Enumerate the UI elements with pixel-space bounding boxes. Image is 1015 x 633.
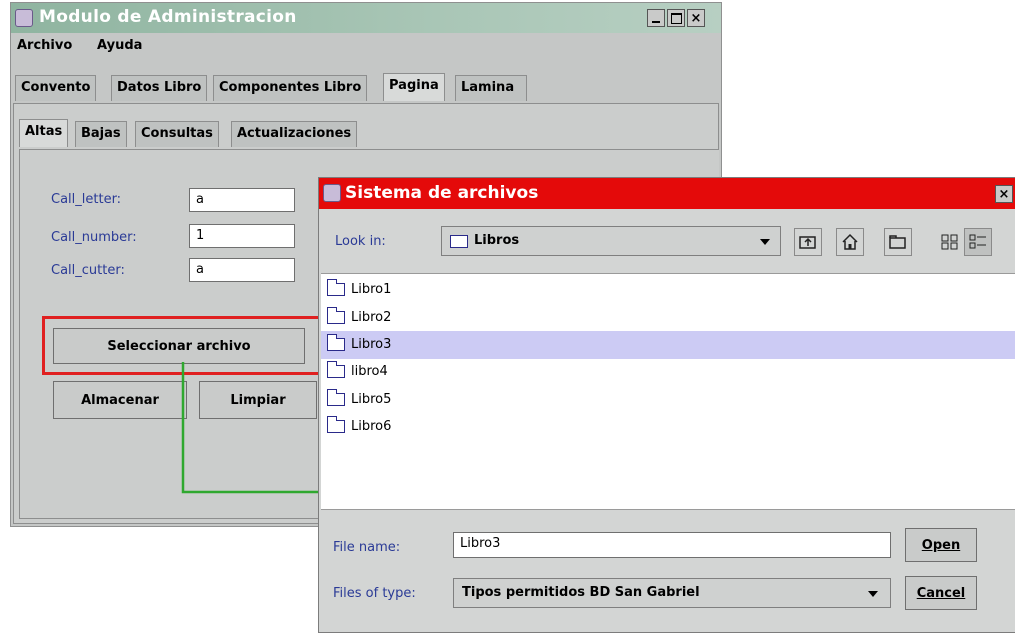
list-item-selected[interactable]: Libro3 <box>321 331 1015 359</box>
dialog-title-bar[interactable]: Sistema de archivos × <box>319 178 1015 209</box>
list-item[interactable]: Libro5 <box>321 386 1015 414</box>
up-folder-icon <box>799 236 816 249</box>
dialog-close-button[interactable]: × <box>995 185 1013 203</box>
home-button[interactable] <box>836 228 864 256</box>
file-list[interactable]: Libro1 Libro2 Libro3 libro4 Libro5 Libro… <box>321 273 1015 510</box>
file-name: Libro6 <box>351 419 392 434</box>
open-button[interactable]: Open <box>905 528 977 562</box>
new-folder-button[interactable] <box>884 228 912 256</box>
folder-icon <box>326 416 345 433</box>
chevron-down-icon <box>868 591 878 597</box>
cancel-button[interactable]: Cancel <box>905 576 977 610</box>
file-name: Libro2 <box>351 310 392 325</box>
list-item[interactable]: libro4 <box>321 358 1015 386</box>
dialog-title: Sistema de archivos <box>345 183 539 203</box>
app-icon <box>323 184 341 202</box>
folder-icon <box>326 361 345 378</box>
look-in-label: Look in: <box>335 234 386 249</box>
files-of-type-value: Tipos permitidos BD San Gabriel <box>462 585 700 600</box>
list-item[interactable]: Libro6 <box>321 413 1015 441</box>
details-view-icon <box>969 234 986 249</box>
folder-icon <box>326 389 345 406</box>
files-of-type-label: Files of type: <box>333 586 416 601</box>
look-in-value: Libros <box>474 233 520 248</box>
close-icon: × <box>998 186 1010 202</box>
file-name: libro4 <box>351 364 388 379</box>
folder-icon <box>326 279 345 296</box>
details-view-button[interactable] <box>964 228 992 256</box>
file-name: Libro5 <box>351 392 392 407</box>
list-item[interactable]: Libro2 <box>321 304 1015 332</box>
list-view-button[interactable] <box>936 228 964 256</box>
file-name: Libro3 <box>351 337 392 352</box>
folder-icon <box>326 307 345 324</box>
files-of-type-combo[interactable]: Tipos permitidos BD San Gabriel <box>453 578 891 608</box>
list-view-icon <box>941 234 958 250</box>
file-chooser-dialog: Sistema de archivos × Look in: Libros Li… <box>318 177 1015 633</box>
file-name-label: File name: <box>333 540 401 555</box>
chevron-down-icon <box>760 239 770 245</box>
folder-icon <box>326 334 345 351</box>
home-icon <box>842 233 858 250</box>
look-in-combo[interactable]: Libros <box>441 226 781 256</box>
list-item[interactable]: Libro1 <box>321 276 1015 304</box>
folder-icon <box>450 235 468 248</box>
up-folder-button[interactable] <box>794 228 822 256</box>
new-folder-icon <box>889 235 906 249</box>
file-name-input[interactable]: Libro3 <box>453 532 891 558</box>
file-name: Libro1 <box>351 282 392 297</box>
